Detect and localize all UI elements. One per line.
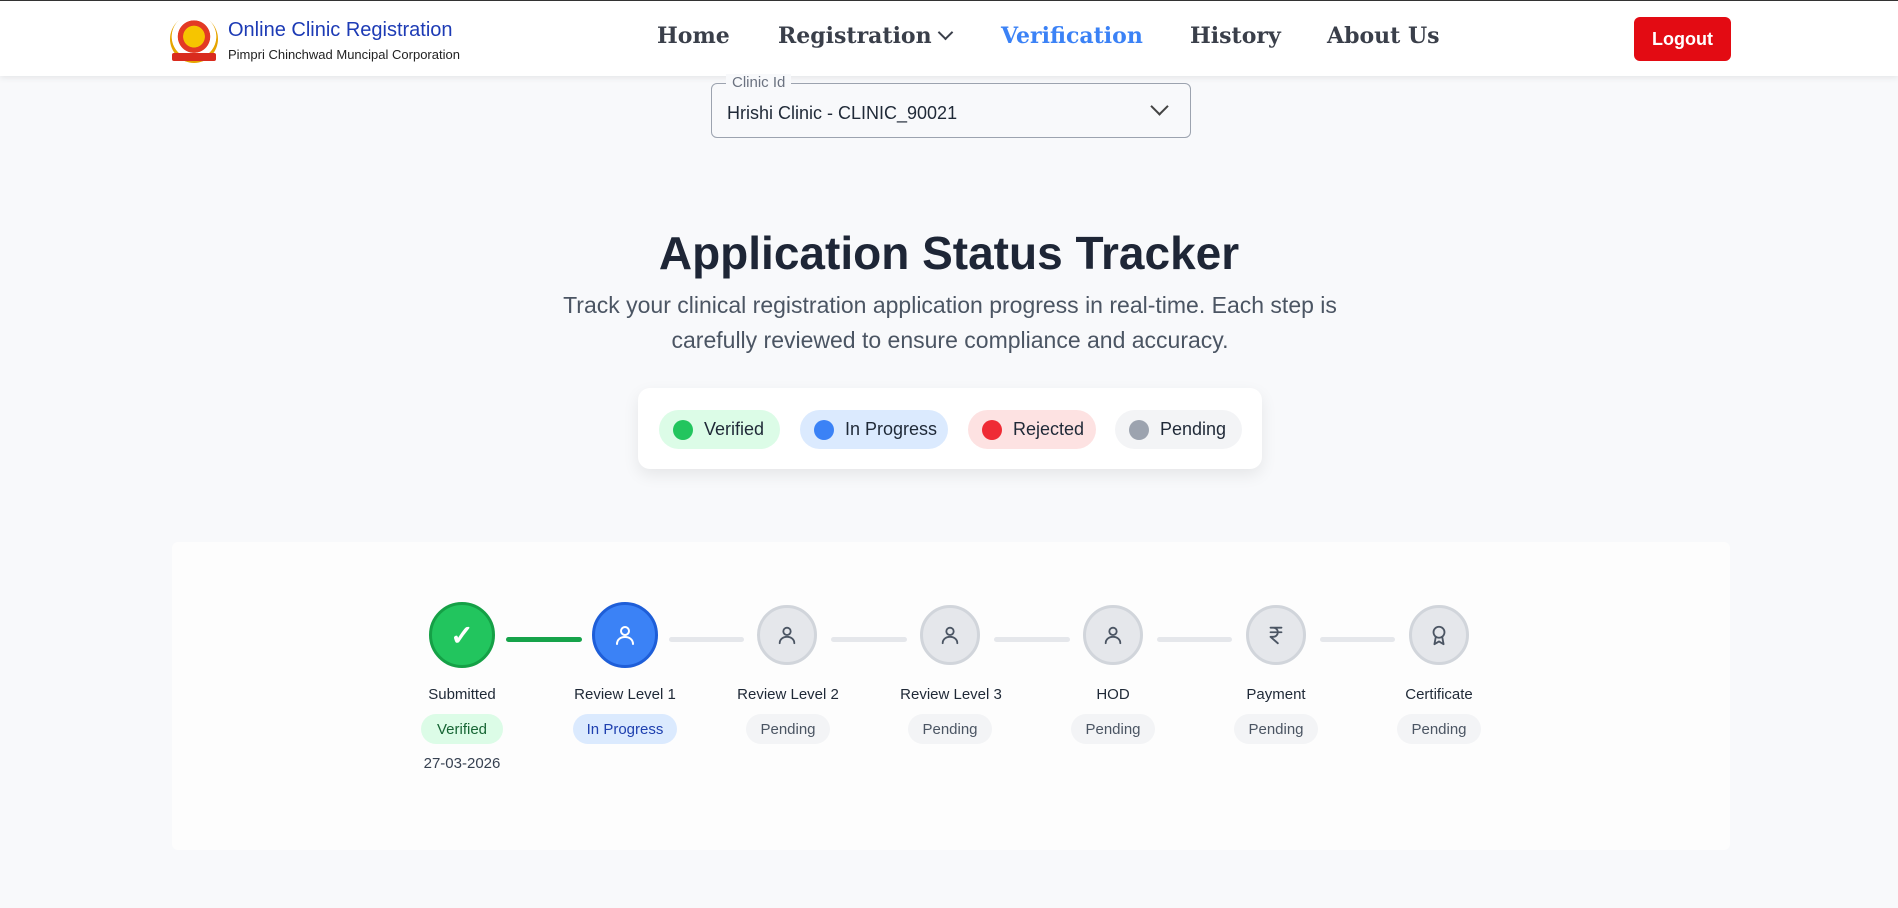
green-dot-icon xyxy=(673,419,693,440)
legend-label: In Progress xyxy=(845,419,938,439)
step-label: Review Level 1 xyxy=(574,686,676,703)
step-connector xyxy=(831,637,907,642)
step-review-level-3 xyxy=(917,602,987,668)
step-connector xyxy=(1320,637,1395,642)
step-label: Submitted xyxy=(428,686,496,703)
step-review-level-2 xyxy=(754,602,824,668)
step-label: Review Level 2 xyxy=(737,686,839,703)
step-hod xyxy=(1080,602,1150,668)
user-icon xyxy=(757,605,817,665)
step-review-level-1 xyxy=(592,602,662,668)
status-badge: Pending xyxy=(1397,714,1481,744)
nav-registration[interactable]: Registration xyxy=(778,23,953,49)
step-label: Payment xyxy=(1246,686,1306,703)
logout-button[interactable]: Logout xyxy=(1634,17,1731,61)
step-label: Review Level 3 xyxy=(900,686,1002,703)
status-badge: Pending xyxy=(746,714,830,744)
gray-dot-icon xyxy=(1129,419,1149,440)
legend-rejected: Rejected xyxy=(968,410,1096,449)
step-label: HOD xyxy=(1096,686,1130,703)
user-icon xyxy=(1083,605,1143,665)
clinic-id-select[interactable]: Clinic Id Hrishi Clinic - CLINIC_90021 xyxy=(711,74,1191,138)
check-icon: ✓ xyxy=(429,602,495,668)
red-dot-icon xyxy=(982,419,1002,440)
nav-history[interactable]: History xyxy=(1190,23,1281,49)
status-badge: Verified xyxy=(421,714,503,744)
nav-about-us[interactable]: About Us xyxy=(1327,23,1440,49)
step-payment xyxy=(1243,602,1313,668)
step-connector xyxy=(1157,637,1232,642)
step-certificate xyxy=(1406,602,1476,668)
status-badge: Pending xyxy=(1234,714,1318,744)
status-badge: Pending xyxy=(1071,714,1155,744)
clinic-id-label: Clinic Id xyxy=(726,74,792,91)
status-badge: In Progress xyxy=(573,714,677,744)
blue-dot-icon xyxy=(814,419,834,440)
award-icon xyxy=(1409,605,1469,665)
brand-subtitle: Pimpri Chinchwad Muncipal Corporation xyxy=(228,47,460,62)
legend-label: Rejected xyxy=(1013,419,1085,439)
clinic-id-value: Hrishi Clinic - CLINIC_90021 xyxy=(727,103,958,123)
nav-verification[interactable]: Verification xyxy=(1001,23,1143,49)
step-submitted: ✓ xyxy=(429,602,499,668)
nav-home[interactable]: Home xyxy=(657,23,730,49)
step-connector xyxy=(506,637,582,642)
rupee-icon xyxy=(1246,605,1306,665)
step-label: Certificate xyxy=(1405,686,1473,703)
legend-label: Pending xyxy=(1160,419,1227,439)
chevron-down-icon xyxy=(1150,97,1169,116)
legend-label: Verified xyxy=(704,419,765,439)
logo-ribbon xyxy=(172,53,216,61)
step-connector xyxy=(669,637,744,642)
step-connector xyxy=(994,637,1070,642)
page-title: Application Status Tracker xyxy=(658,227,1240,279)
nav-registration-label: Registration xyxy=(778,23,932,49)
legend-verified: Verified xyxy=(659,410,780,449)
status-legend: Verified In Progress Rejected Pending xyxy=(638,388,1262,469)
brand-title: Online Clinic Registration xyxy=(228,19,453,41)
top-navbar: Online Clinic Registration Pimpri Chinch… xyxy=(0,0,1898,76)
step-date: 27-03-2026 xyxy=(423,755,501,772)
legend-in-progress: In Progress xyxy=(800,410,948,449)
page-description: Track your clinical registration applica… xyxy=(563,292,1337,353)
user-icon xyxy=(920,605,980,665)
user-icon xyxy=(592,602,658,668)
chevron-down-icon xyxy=(937,24,953,41)
status-badge: Pending xyxy=(908,714,992,744)
legend-pending: Pending xyxy=(1115,410,1242,449)
